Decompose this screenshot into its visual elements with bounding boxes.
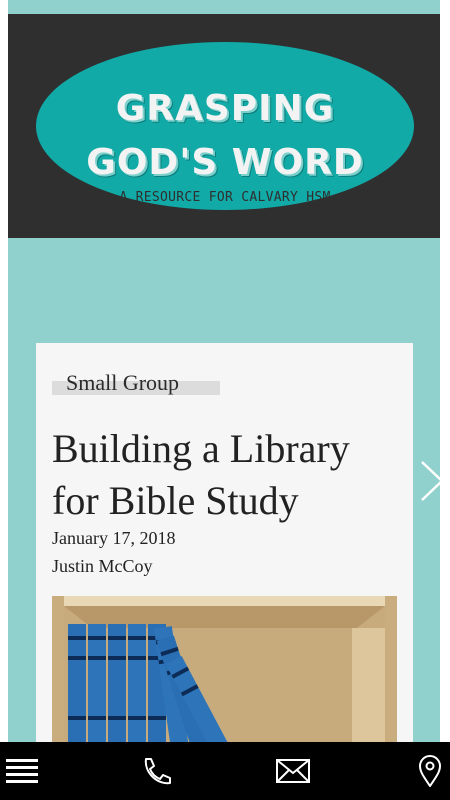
location-pin-icon [418, 755, 442, 788]
menu-button[interactable] [4, 755, 40, 787]
location-button[interactable] [412, 755, 448, 788]
logo-title-line2: GOD'S WORD [86, 142, 364, 183]
bottom-action-bar [0, 742, 450, 800]
logo-title-line1: GRASPING [115, 88, 335, 129]
post-card[interactable]: Small Group Building a Library for Bible… [36, 343, 413, 743]
call-button[interactable] [138, 755, 174, 787]
site-header: GRASPING GOD'S WORD A RESOURCE FOR CALVA… [8, 14, 440, 238]
post-author: Justin McCoy [52, 556, 153, 576]
category-tag[interactable]: Small Group [52, 369, 220, 397]
bookshelf-illustration [52, 596, 397, 743]
menu-icon [6, 759, 38, 783]
site-logo[interactable]: GRASPING GOD'S WORD A RESOURCE FOR CALVA… [36, 42, 414, 210]
next-post-button[interactable] [416, 458, 446, 504]
phone-icon [144, 758, 171, 785]
logo-subtitle: A RESOURCE FOR CALVARY HSM [119, 190, 331, 205]
post-image[interactable] [52, 596, 397, 743]
email-button[interactable] [275, 755, 311, 787]
post-title[interactable]: Building a Library for Bible Study [52, 423, 402, 527]
category-label: Small Group [66, 370, 180, 395]
mail-icon [276, 759, 310, 783]
post-date: January 17, 2018 [52, 528, 176, 548]
chevron-right-icon [421, 461, 444, 501]
